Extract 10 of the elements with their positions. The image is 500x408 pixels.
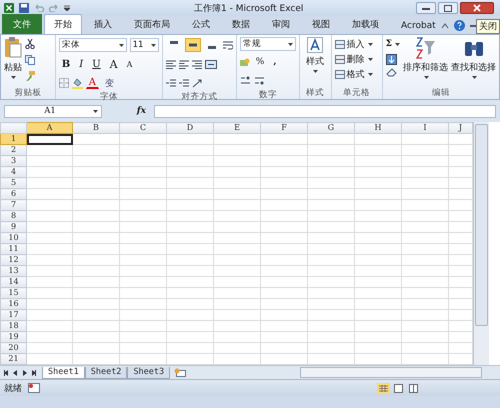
- close-tooltip: 关闭: [476, 19, 500, 34]
- group-label: 样式: [305, 87, 326, 99]
- group-label: 剪贴板: [13, 87, 42, 99]
- group-label: 对齐方式: [180, 91, 218, 103]
- group-label: 数字: [258, 89, 278, 101]
- group-label: 编辑: [430, 87, 451, 99]
- group-label: 字体: [98, 91, 119, 103]
- status-text: 就绪: [4, 382, 22, 394]
- window-title: 工作簿1 - Microsoft Excel: [194, 2, 304, 14]
- group-label: 单元格: [342, 87, 372, 99]
